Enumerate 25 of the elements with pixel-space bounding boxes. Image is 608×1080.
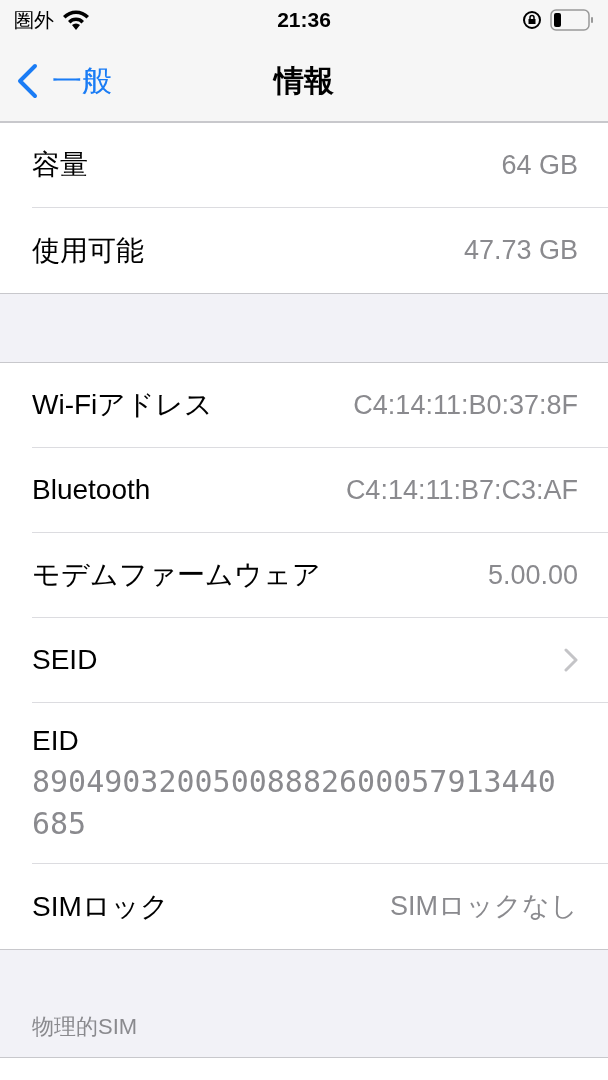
wifi-icon: [62, 10, 90, 30]
row-value: 64 GB: [501, 148, 578, 182]
back-button[interactable]: 一般: [0, 58, 112, 103]
chevron-icon[interactable]: [564, 648, 578, 672]
row-value: C4:14:11:B7:C3:AF: [345, 473, 578, 507]
row-label: モデムファームウェア: [32, 558, 321, 592]
row-label: SIMロック: [32, 889, 169, 924]
row-value: SIMロックなし: [390, 890, 578, 924]
carrier-text: 圏外: [14, 8, 54, 33]
back-chevron-icon: [16, 62, 38, 99]
clock-text: 21:36: [277, 7, 331, 34]
section-header: 物理的SIM: [32, 1013, 138, 1041]
row-label: Wi-Fiアドレス: [32, 388, 214, 422]
row-label: Bluetooth: [32, 473, 151, 507]
battery-icon: [550, 9, 594, 31]
row-value: 47.73 GB: [463, 234, 578, 268]
row-label: 使用可能: [32, 233, 144, 268]
row-label: EID: [32, 724, 80, 758]
row-value: C4:14:11:B0:37:8F: [353, 388, 578, 422]
rotation-lock-icon: [522, 10, 542, 30]
row-value: 5.00.00: [487, 558, 578, 592]
row-label: SEID: [32, 643, 98, 677]
row-value: 89049032005008882600057913440685: [32, 763, 557, 843]
page-title: 情報: [274, 63, 334, 99]
row-label: 容量: [32, 148, 88, 182]
